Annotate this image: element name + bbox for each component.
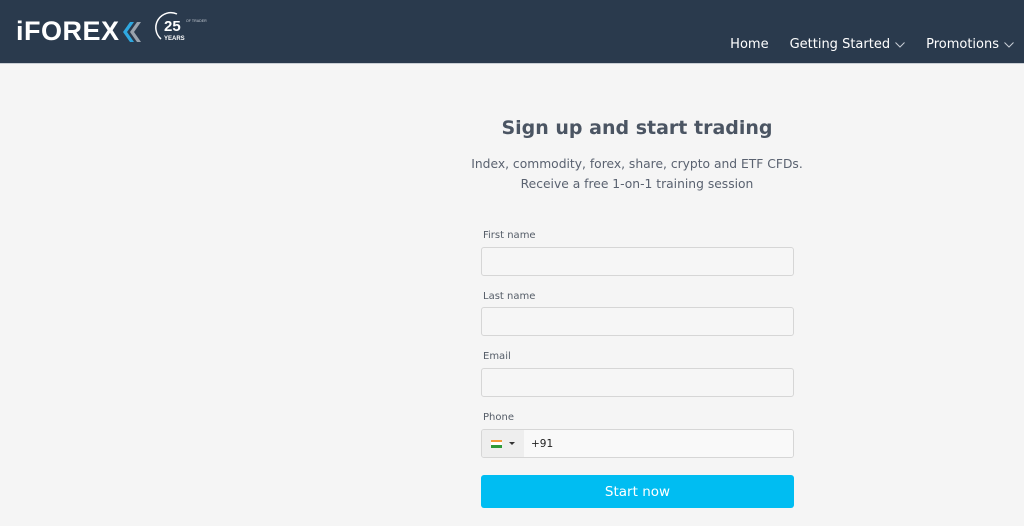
phone-field <box>481 429 794 458</box>
country-code-select[interactable] <box>482 430 524 457</box>
page-title: Sign up and start trading <box>501 117 773 139</box>
iforex-logo[interactable]: iFOREX <box>16 18 141 45</box>
main-nav: Home Getting Started Promotions <box>709 37 1014 52</box>
chevron-down-icon <box>1004 37 1014 52</box>
nav-promotions[interactable]: Promotions <box>926 37 1014 52</box>
site-header: iFOREX 25 YEARS OF TRADER TRUST Home Get… <box>0 0 1024 64</box>
logo-wordmark: iFOREX <box>16 16 120 46</box>
chevron-down-icon <box>895 37 905 52</box>
nav-home-label: Home <box>730 37 769 52</box>
caret-down-icon <box>509 442 515 445</box>
subtitle-line-1: Index, commodity, forex, share, crypto a… <box>471 157 803 171</box>
email-label: Email <box>483 351 511 362</box>
last-name-input[interactable] <box>481 307 794 336</box>
badge-tagline: OF TRADER TRUST <box>186 19 207 23</box>
email-input[interactable] <box>481 368 794 397</box>
logo-chevrons-icon <box>121 21 141 43</box>
page-subtitle: Index, commodity, forex, share, crypto a… <box>471 154 803 194</box>
25-years-badge: 25 YEARS OF TRADER TRUST <box>155 11 207 45</box>
subtitle-line-2: Receive a free 1-on-1 training session <box>520 177 754 191</box>
phone-input[interactable] <box>524 430 793 457</box>
badge-number: 25 <box>164 18 181 35</box>
badge-years: YEARS <box>164 36 185 42</box>
nav-getting-started-label: Getting Started <box>789 37 891 52</box>
last-name-label: Last name <box>483 291 536 302</box>
first-name-label: First name <box>483 230 536 241</box>
phone-label: Phone <box>483 412 514 423</box>
india-flag-icon <box>491 439 502 448</box>
start-now-button[interactable]: Start now <box>481 475 794 508</box>
nav-getting-started[interactable]: Getting Started <box>790 37 906 52</box>
nav-promotions-label: Promotions <box>926 37 999 52</box>
first-name-input[interactable] <box>481 247 794 276</box>
nav-home[interactable]: Home <box>730 37 768 52</box>
